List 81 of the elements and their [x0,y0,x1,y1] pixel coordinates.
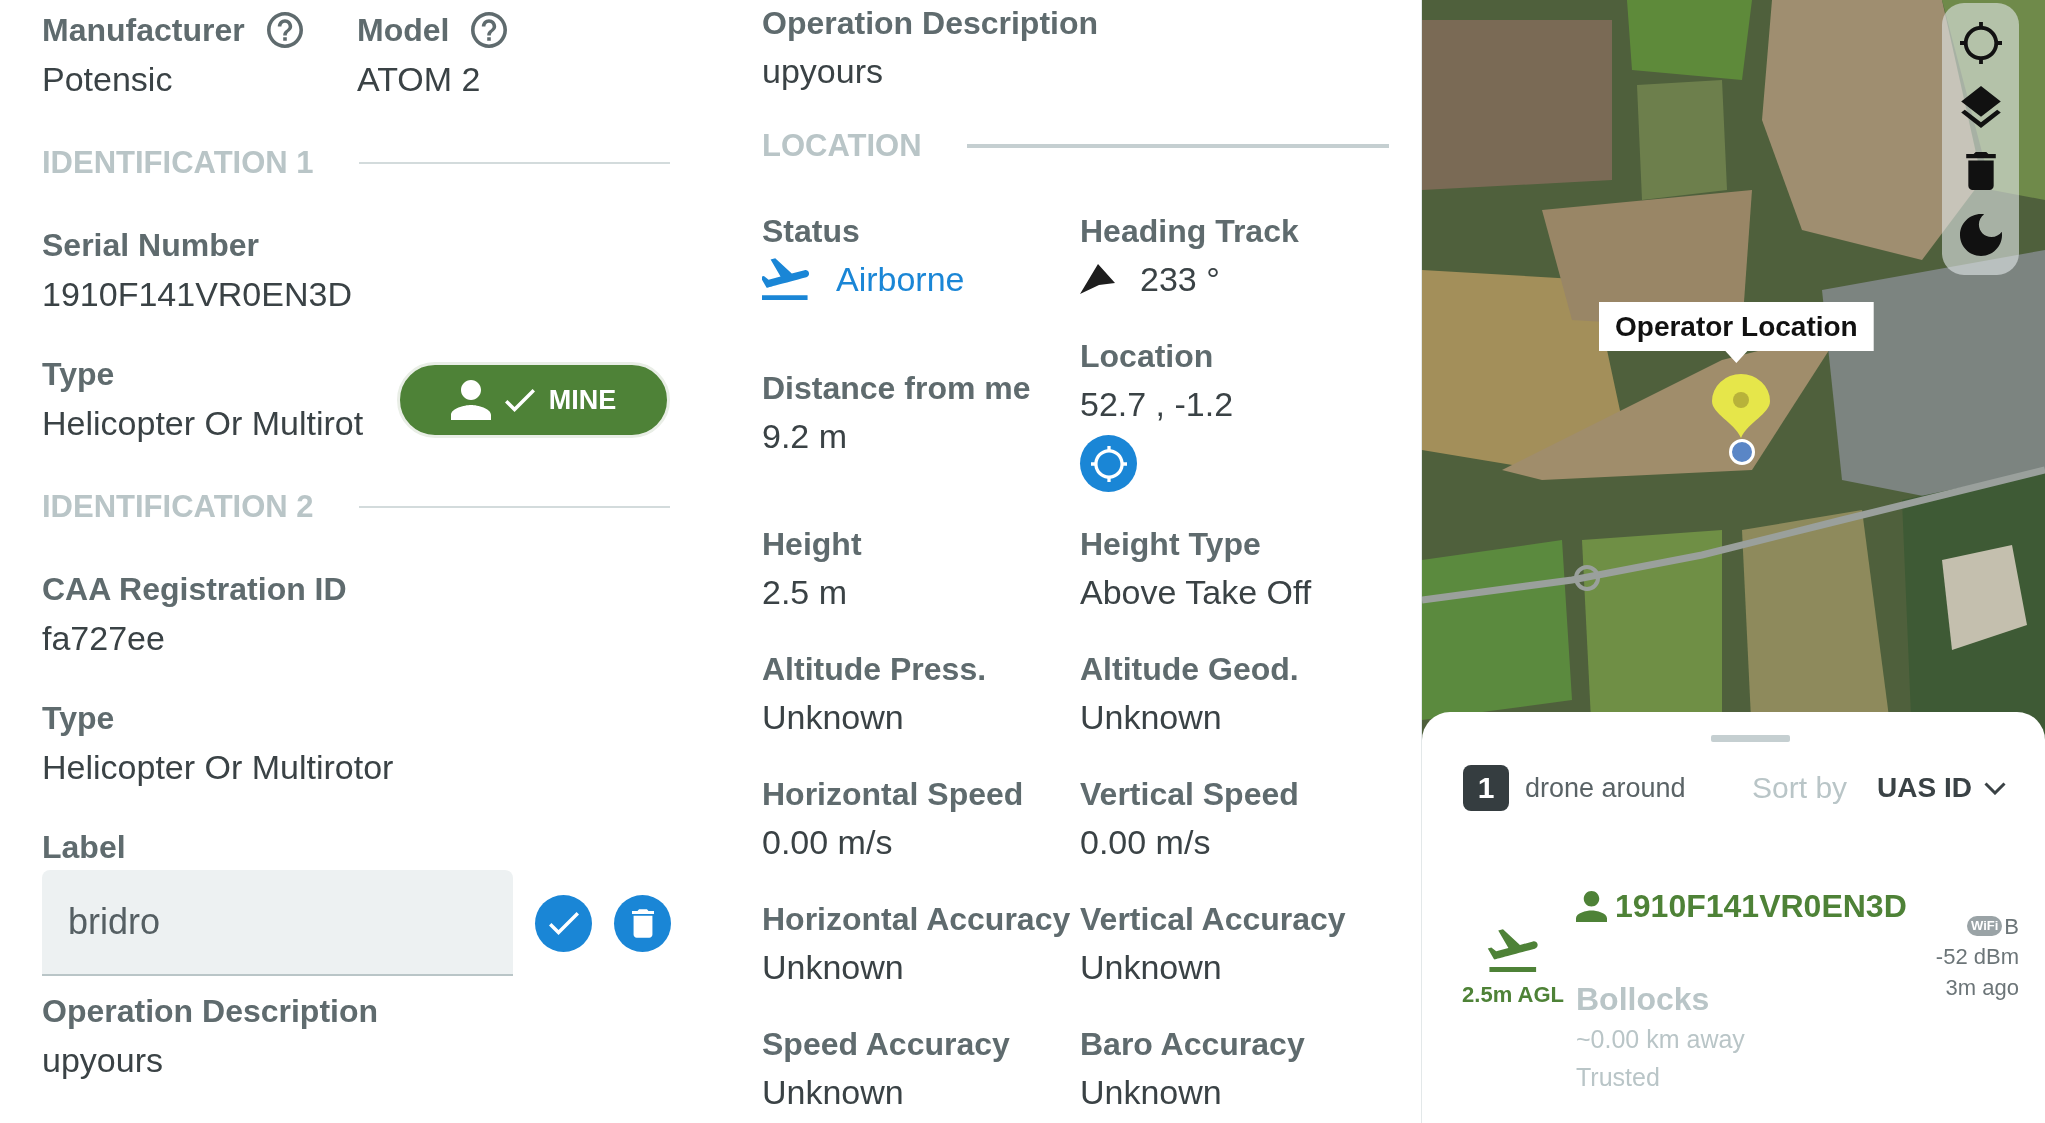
field-label: Height Type [1080,525,1261,564]
field-label: Type [42,355,115,394]
drone-id[interactable]: 1910F141VR0EN3D [1615,887,1907,925]
field-value: 52.7 , -1.2 [1080,384,1234,425]
field-label: Type [42,699,115,738]
field-label: Location [1080,337,1214,376]
field-label: Operation Description [762,4,1099,43]
field-label: Altitude Geod. [1080,650,1299,689]
drag-handle[interactable] [1710,735,1790,742]
field-value: Unknown [1080,697,1222,738]
delete-button[interactable] [614,894,671,952]
field-value: 233 ° [1140,259,1220,300]
field-label: Altitude Press. [762,650,987,689]
field-value: Unknown [762,1072,904,1113]
trash-icon [1965,152,1996,190]
altitude-text: 2.5m AGL [1462,981,1564,1009]
field-value: upyours [42,1040,163,1081]
field-label: Vertical Accuracy [1080,900,1346,939]
field-value: Above Take Off [1080,572,1312,613]
field-value: 0.00 m/s [762,822,893,863]
field-label: Speed Accuracy [762,1025,1010,1064]
section-heading: LOCATION [762,127,922,165]
crosshair-icon [1959,22,2002,64]
field-value: Unknown [762,697,904,738]
field-value: 0.00 m/s [1080,822,1211,863]
last-seen: 3m ago [1945,974,2019,1002]
field-label: Manufacturer [42,11,245,50]
field-label: Vertical Speed [1080,775,1299,814]
field-value: fa727ee [42,618,165,659]
field-value: Helicopter Or Multirotor [42,747,394,788]
drone-label: Bollocks [1576,980,1710,1019]
field-label: Heading Track [1080,212,1299,251]
signal-strength: -52 dBm [1935,943,2019,971]
field-label: CAA Registration ID [42,570,347,609]
arrowhead-icon [1080,264,1115,294]
field-label: Distance from me [762,368,1031,408]
field-label: Horizontal Accuracy [762,900,1071,939]
field-value: upyours [762,51,883,92]
field-value: Helicopter Or Multirot [42,403,364,444]
field-value: Unknown [1080,947,1222,988]
chevron-down-icon [1984,781,2006,795]
drone-count-label: drone around [1525,772,1686,804]
status-value: Airborne [836,259,965,300]
field-label: Label [42,828,126,867]
field-label: Baro Accuracy [1080,1025,1305,1064]
field-label: Height [762,525,862,564]
field-value: ATOM 2 [357,59,481,100]
check-icon [504,388,535,412]
moon-icon [1959,214,2002,256]
field-value: Unknown [762,947,904,988]
help-icon[interactable] [471,12,508,48]
layers-icon [1959,86,2002,128]
field-value: 2.5 m [762,572,848,613]
confirm-button[interactable] [535,894,592,952]
crosshair-icon [1090,445,1127,482]
field-value: Unknown [1080,1072,1222,1113]
field-label: Status [762,212,860,251]
check-icon [548,911,579,935]
transport-tag: WiFi [1967,916,2003,936]
section-heading: IDENTIFICATION 2 [42,488,314,526]
field-value: 9.2 m [762,415,848,457]
trash-icon [631,908,654,938]
transport-label: B [2004,912,2019,941]
locate-button[interactable] [1080,435,1137,492]
field-label: Horizontal Speed [762,775,1024,814]
field-value: 1910F141VR0EN3D [42,274,352,315]
drone-distance: ~0.00 km away [1576,1024,1745,1055]
drone-count: 1 [1463,765,1509,811]
person-icon [450,380,491,420]
field-label: Operation Description [42,992,379,1031]
takeoff-plane-icon [762,258,809,300]
sort-label: Sort by [1752,771,1848,805]
help-icon[interactable] [266,12,303,48]
sort-dropdown[interactable]: UAS ID [1877,772,2006,804]
trust-status: Trusted [1576,1062,1660,1093]
field-label: Model [357,11,450,50]
mine-toggle[interactable]: MINE [397,362,670,438]
label-input[interactable]: bridro [42,870,513,976]
field-value: Potensic [42,59,173,100]
section-heading: IDENTIFICATION 1 [42,144,314,182]
field-label: Serial Number [42,226,259,265]
